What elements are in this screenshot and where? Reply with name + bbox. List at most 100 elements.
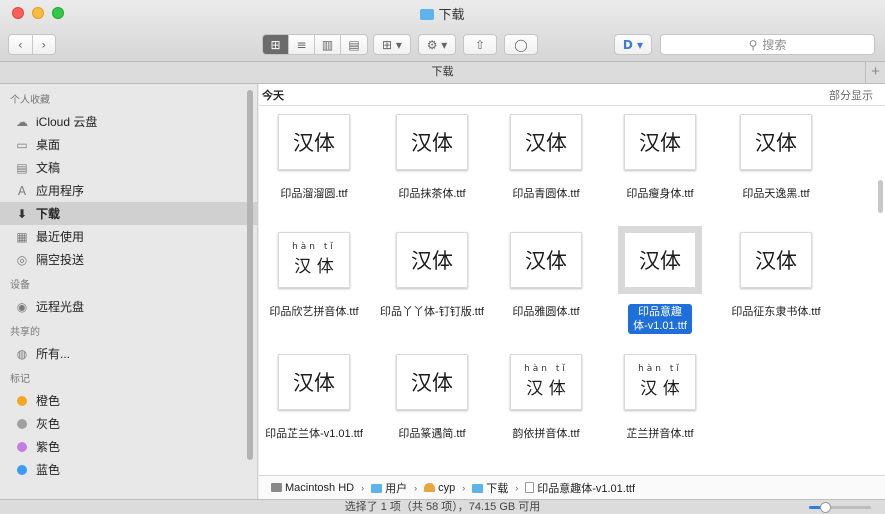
sidebar-item-recents[interactable]: ▦ 最近使用: [0, 225, 257, 248]
search-field[interactable]: ⚲ 搜索: [660, 34, 875, 55]
sidebar-item-airdrop[interactable]: ◎ 隔空投送: [0, 248, 257, 271]
font-preview-icon: 汉体: [618, 226, 702, 294]
main-scrollbar[interactable]: [878, 180, 883, 213]
slider-knob[interactable]: [819, 502, 831, 513]
glyph-preview: 汉体: [411, 131, 453, 155]
glyph-preview: 汉体: [525, 131, 567, 155]
edit-tags-button[interactable]: ◯: [504, 34, 538, 55]
pinyin-text: hàn tǐ: [292, 242, 336, 252]
search-placeholder: 搜索: [762, 38, 787, 52]
file-name[interactable]: 印品芷兰体-v1.01.ttf: [263, 427, 365, 441]
folder-icon: [472, 483, 484, 493]
sidebar-item-tag-purple[interactable]: 紫色: [0, 435, 257, 458]
path-item-downloads[interactable]: 下载: [472, 480, 508, 496]
file-item[interactable]: 汉体印品芷兰体-v1.01.ttf: [255, 354, 373, 441]
search-icon: ⚲: [748, 37, 758, 52]
show-less-button[interactable]: 部分显示: [829, 87, 873, 103]
file-item[interactable]: hàn tǐ 汉 体韵依拼音体.ttf: [487, 354, 605, 441]
sidebar-section-tags: 标记: [10, 374, 30, 385]
path-item-macintosh-hd[interactable]: Macintosh HD: [271, 482, 354, 494]
sidebar-item-tag-orange[interactable]: 橙色: [0, 389, 257, 412]
folder-icon: [420, 9, 435, 20]
path-separator: ›: [462, 482, 466, 493]
glyph-preview: 汉体: [755, 249, 797, 273]
glyph-preview: 汉体: [293, 131, 335, 155]
app-extension-menu-button[interactable]: D ▾: [614, 34, 652, 55]
sidebar-item-documents[interactable]: ▤ 文稿: [0, 156, 257, 179]
glyph-preview: 汉体: [411, 371, 453, 395]
file-name[interactable]: 印品抹茶体.ttf: [396, 187, 467, 201]
gallery-view-button[interactable]: ▤: [341, 35, 367, 54]
action-gear-button[interactable]: ⚙ ▾: [418, 34, 456, 55]
disc-icon: ◉: [16, 299, 28, 314]
file-item[interactable]: 汉体印品征东隶书体.ttf: [717, 232, 835, 319]
file-name[interactable]: 印品意趣体-v1.01.ttf: [628, 304, 692, 334]
file-item[interactable]: hàn tǐ 汉 体芷兰拼音体.ttf: [601, 354, 719, 441]
file-name[interactable]: 韵依拼音体.ttf: [510, 427, 581, 441]
file-item[interactable]: 汉体印品意趣体-v1.01.ttf: [601, 226, 719, 334]
sidebar-item-remote-disc[interactable]: ◉ 远程光盘: [0, 295, 257, 318]
glyph-preview: 汉 体: [294, 257, 334, 277]
file-item[interactable]: 汉体印品天逸黑.ttf: [717, 114, 835, 201]
file-name[interactable]: 印品瘦身体.ttf: [624, 187, 695, 201]
font-preview-icon: 汉体: [740, 232, 812, 288]
column-view-button[interactable]: ▥: [315, 35, 341, 54]
path-item-users[interactable]: 用户: [371, 480, 407, 496]
file-name[interactable]: 印品欣艺拼音体.ttf: [267, 305, 360, 319]
file-name[interactable]: 印品篆遇简.ttf: [396, 427, 467, 441]
file-name[interactable]: 印品雅圆体.ttf: [510, 305, 581, 319]
icon-view-button[interactable]: ⊞: [263, 35, 289, 54]
group-by-button[interactable]: ⊞ ▾: [373, 34, 411, 55]
sidebar-item-desktop[interactable]: ▭ 桌面: [0, 133, 257, 156]
file-item[interactable]: 汉体印品篆遇简.ttf: [373, 354, 491, 441]
sidebar-scrollbar[interactable]: [247, 90, 253, 460]
glyph-preview: 汉体: [293, 371, 335, 395]
sidebar-item-tag-gray[interactable]: 灰色: [0, 412, 257, 435]
file-name[interactable]: 印品丫丫体-钉钉版.ttf: [378, 305, 486, 319]
sidebar-item-all-shared[interactable]: ◍ 所有...: [0, 342, 257, 365]
glyph-preview: 汉 体: [526, 379, 566, 399]
folder-icon: [371, 483, 383, 493]
tag-dot-icon: [17, 464, 27, 475]
cloud-icon: ☁: [16, 114, 28, 129]
font-preview-icon: hàn tǐ 汉 体: [624, 354, 696, 410]
sidebar: 个人收藏 ☁ iCloud 云盘 ▭ 桌面 ▤ 文稿 A 应用程序 ⬇ 下载 ▦…: [0, 84, 258, 499]
pinyin-text: hàn tǐ: [638, 364, 682, 374]
icon-size-slider[interactable]: [809, 502, 871, 513]
share-button[interactable]: ⇧: [463, 34, 497, 55]
file-item[interactable]: 汉体印品溜溜圆.ttf: [255, 114, 373, 201]
sidebar-item-applications[interactable]: A 应用程序: [0, 179, 257, 202]
forward-button[interactable]: ›: [33, 35, 56, 54]
glyph-preview: 汉体: [755, 131, 797, 155]
file-name[interactable]: 芷兰拼音体.ttf: [624, 427, 695, 441]
sidebar-item-downloads[interactable]: ⬇ 下载: [0, 202, 257, 225]
file-item[interactable]: hàn tǐ 汉 体印品欣艺拼音体.ttf: [255, 232, 373, 319]
tab-downloads[interactable]: 下载: [432, 66, 454, 78]
sidebar-item-tag-blue[interactable]: 蓝色: [0, 458, 257, 481]
window-title: 下载: [0, 4, 885, 23]
pinyin-text: hàn tǐ: [524, 364, 568, 374]
font-preview-icon: 汉体: [278, 354, 350, 410]
file-item[interactable]: 汉体 印品丫丫体-钉钉版.ttf: [373, 232, 491, 319]
status-text: 选择了 1 项（共 58 项），74.15 GB 可用: [344, 501, 541, 513]
sidebar-item-icloud-drive[interactable]: ☁ iCloud 云盘: [0, 110, 257, 133]
new-tab-button[interactable]: +: [865, 62, 885, 83]
file-name[interactable]: 印品青圆体.ttf: [510, 187, 581, 201]
file-item[interactable]: 汉体印品雅圆体.ttf: [487, 232, 605, 319]
font-preview-icon: 汉体: [510, 232, 582, 288]
hard-drive-icon: [271, 482, 282, 492]
file-browser: 今天 部分显示 汉体 印品溜溜圆.ttf 汉体 印品抹茶体.ttf 汉体 印品青圆体.tt…: [259, 84, 885, 475]
file-item[interactable]: 汉体印品青圆体.ttf: [487, 114, 605, 201]
file-name[interactable]: 印品天逸黑.ttf: [740, 187, 811, 201]
file-name[interactable]: 印品溜溜圆.ttf: [278, 187, 349, 201]
file-item[interactable]: 汉体 印品瘦身体.ttf: [601, 114, 719, 201]
path-item-home[interactable]: cyp: [424, 482, 455, 494]
file-item[interactable]: 汉体印品抹茶体.ttf: [373, 114, 491, 201]
file-name[interactable]: 印品征东隶书体.ttf: [729, 305, 822, 319]
view-mode-control: ⊞ ≡ ▥ ▤: [262, 34, 368, 55]
path-item-file[interactable]: 印品意趣体-v1.01.ttf: [525, 480, 635, 496]
glyph-preview: 汉体: [639, 249, 681, 273]
back-button[interactable]: ‹: [9, 35, 33, 54]
list-view-button[interactable]: ≡: [289, 35, 315, 54]
sidebar-section-shared: 共享的: [10, 327, 40, 338]
